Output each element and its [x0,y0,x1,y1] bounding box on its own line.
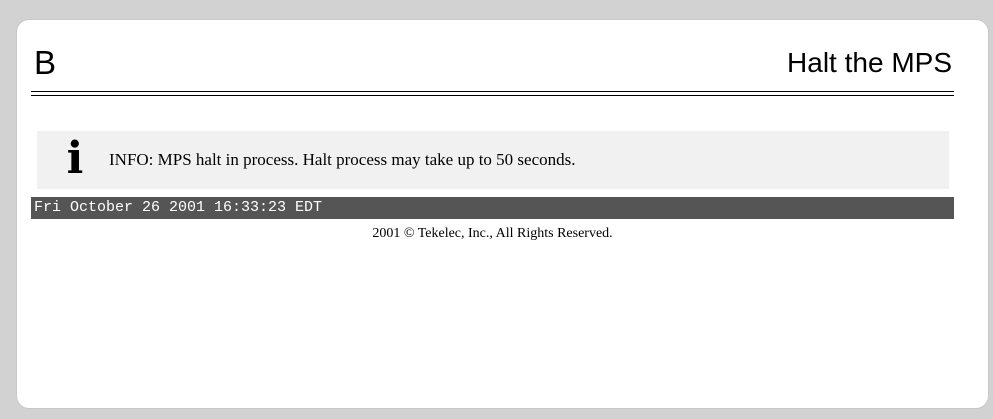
status-bar-timestamp: Fri October 26 2001 16:33:23 EDT [31,197,954,219]
content-panel: B Halt the MPS i INFO: MPS halt in proce… [17,20,988,408]
info-message-box: i INFO: MPS halt in process. Halt proces… [37,131,949,189]
info-icon: i [66,133,84,184]
copyright-notice: 2001 © Tekelec, Inc., All Rights Reserve… [372,226,613,241]
page-title: Halt the MPS [787,47,952,78]
section-letter: B [34,44,57,81]
info-message-text: INFO: MPS halt in process. Halt process … [109,150,576,169]
header-divider [31,91,954,96]
